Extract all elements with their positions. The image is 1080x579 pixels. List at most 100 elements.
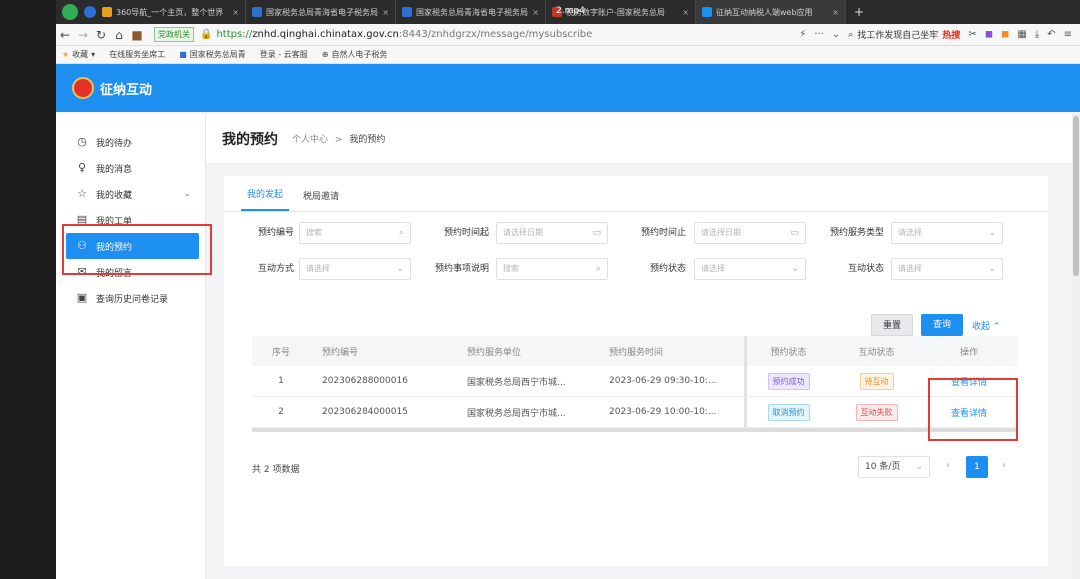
bookmark-label: 登录 - 云客服 [259, 50, 308, 59]
input-placeholder: 请选择日期 [701, 228, 741, 237]
chevron-down-icon: ⌄ [396, 264, 404, 274]
chevron-down-icon: ⌄ [988, 228, 996, 238]
tab-group-icon[interactable] [84, 6, 96, 18]
chevron-down-icon: ⌄ [988, 264, 996, 274]
interact-cell: 待互动 [830, 372, 923, 390]
browser-tab-5[interactable]: 征纳互动纳税人端web应用 × [696, 0, 846, 24]
home-icon[interactable]: ⌂ [110, 28, 128, 42]
browser-tab-3[interactable]: 国家税务总局青海省电子税务局 × [396, 0, 546, 24]
bookmark-label: 在线服务坐席工 [109, 50, 166, 59]
url-host: znhd.qinghai.chinatax.gov.cn [252, 29, 399, 40]
status-cell: 取消预约 [747, 403, 830, 421]
appointment-code-input[interactable]: 搜索 ⌕ [299, 222, 411, 244]
hot-label: 热搜 [942, 31, 961, 41]
appointment-status-select[interactable]: 请选择 ⌄ [694, 258, 806, 280]
tab-favicon-icon [252, 7, 262, 17]
column-header: 互动状态 [858, 347, 895, 358]
end-date-picker[interactable]: 请选择日期 ▭ [694, 222, 806, 244]
status-badge: 取消预约 [767, 403, 810, 421]
table-horizontal-scrollbar[interactable] [252, 428, 1018, 432]
close-tab-icon[interactable]: × [832, 8, 839, 17]
appointment-code: 202306288000016 [322, 376, 408, 386]
sidebar-item-favorites[interactable]: ☆ 我的收藏 ⌄ [56, 181, 205, 207]
field-label: 预约时间起 [443, 228, 489, 238]
scissors-icon[interactable]: ✂ [968, 29, 976, 40]
download-icon[interactable]: ⤓ [1035, 29, 1039, 40]
appointments-card: 我的发起 税局邀请 预约编号 搜索 ⌕ 预约时间起 请选择日期 ▭ 预约时间止 请选… [224, 176, 1048, 566]
tab-invitations[interactable]: 税局邀请 [297, 189, 345, 211]
column-header: 操作 [959, 347, 978, 358]
page-size-select[interactable]: 10 条/页 ⌄ [858, 456, 930, 478]
menu-icon[interactable]: ≡ [1064, 29, 1072, 40]
back-icon[interactable]: ← [56, 28, 74, 42]
tab-label: 360导航_一个主页，整个世界 [116, 7, 224, 17]
column-header: 序号 [271, 347, 290, 358]
bookmark-item[interactable]: ⊕ 自然人电子税务 [322, 49, 388, 60]
field-label: 预约状态 [649, 264, 686, 274]
prev-page-icon[interactable]: ‹ [946, 460, 950, 471]
interaction-method-select[interactable]: 请选择 ⌄ [299, 258, 411, 280]
bookmark-favorites[interactable]: ★ 收藏 ▾ [62, 49, 95, 60]
browser-tab-1[interactable]: 360导航_一个主页，整个世界 × [96, 0, 246, 24]
close-tab-icon[interactable]: × [382, 8, 389, 17]
app-header: 征纳互动 [56, 64, 1080, 112]
browser-search[interactable]: ⌕ 找工作发现自己坐牢 热搜 [848, 28, 961, 42]
tax-favicon-icon: ■ [179, 50, 187, 59]
tab-label: 国家税务总局青海省电子税务局 [266, 7, 378, 17]
interaction-status-select[interactable]: 请选择 ⌄ [891, 258, 1003, 280]
bookmarks-bar: ★ 收藏 ▾ 在线服务坐席工 ■ 国家税务总局青 登录 - 云客服 ⊕ 自然人电子税务 [56, 46, 1080, 64]
url-path: :8443/znhdgrzx/message/mysubscribe [398, 29, 593, 40]
app-body: ◷ 我的待办 ♀ 我的消息 ☆ 我的收藏 ⌄ ▤ 我的工单 ⚇ 我的预约 ✉ 我的留言 ▣ 查询… [56, 114, 1080, 579]
interact-cell: 互动失败 [830, 403, 923, 421]
page-scrollbar[interactable] [1072, 114, 1080, 579]
page-title: 我的预约 [222, 131, 278, 148]
column-header: 预约状态 [770, 347, 807, 358]
query-button[interactable]: 查询 [921, 314, 963, 336]
collapse-button[interactable]: 收起 ⌃ [972, 319, 1000, 332]
bag-icon[interactable]: ■ [128, 28, 146, 42]
left-dark-margin [0, 0, 56, 579]
sidebar-item-survey-history[interactable]: ▣ 查询历史问卷记录 [56, 285, 205, 311]
apps-icon[interactable]: ▦ [1017, 29, 1026, 40]
service-time: 2023-06-29 10:00-10:... [597, 397, 747, 427]
scroll-thumb[interactable] [1073, 116, 1079, 276]
url-field[interactable]: 党政机关 🔒 https://znhd.qinghai.chinatax.gov… [154, 26, 654, 44]
breadcrumb-separator: > [334, 135, 343, 145]
undo-icon[interactable]: ↶ [1047, 29, 1055, 40]
close-tab-icon[interactable]: × [532, 8, 539, 17]
row-index: 2 [278, 407, 284, 417]
appointments-table: 序号 预约编号 预约服务单位 预约服务时间 预约状态 互动状态 操作 1 202… [252, 336, 1018, 432]
sidebar-item-label: 我的收藏 [96, 190, 133, 201]
start-date-picker[interactable]: 请选择日期 ▭ [496, 222, 608, 244]
bookmark-item[interactable]: 登录 - 云客服 [260, 49, 308, 60]
matter-description-input[interactable]: 搜索 ⌕ [496, 258, 608, 280]
reset-button[interactable]: 重置 [871, 314, 913, 336]
lock-icon: 🔒 [200, 29, 213, 40]
tab-initiated[interactable]: 我的发起 [241, 187, 290, 211]
lightning-icon[interactable]: ⚡ [799, 29, 806, 40]
game-icon[interactable]: ◼ [1001, 29, 1009, 40]
column-header: 预约服务时间 [597, 336, 747, 366]
close-tab-icon[interactable]: × [232, 8, 239, 17]
extension-icon[interactable]: ◼ [985, 29, 993, 40]
bookmark-item[interactable]: ■ 国家税务总局青 [179, 49, 246, 60]
close-tab-icon[interactable]: × [682, 8, 689, 17]
bookmark-item[interactable]: 在线服务坐席工 [109, 49, 165, 60]
app-title: 征纳互动 [100, 82, 153, 98]
calendar-icon: ▭ [790, 228, 799, 238]
forward-icon[interactable]: → [74, 28, 92, 42]
input-placeholder: 搜索 [503, 264, 519, 273]
breadcrumb-parent[interactable]: 个人中心 [292, 135, 328, 145]
gov-badge: 党政机关 [154, 27, 194, 42]
sidebar-item-messages[interactable]: ♀ 我的消息 [56, 155, 205, 181]
search-icon: ⌕ [595, 264, 601, 274]
next-page-icon[interactable]: › [1002, 460, 1006, 471]
service-type-select[interactable]: 请选择 ⌄ [891, 222, 1003, 244]
browser-tab-2[interactable]: 国家税务总局青海省电子税务局 × [246, 0, 396, 24]
reload-icon[interactable]: ↻ [92, 28, 110, 42]
sidebar-item-todo[interactable]: ◷ 我的待办 [56, 129, 205, 155]
new-tab-icon[interactable]: + [854, 5, 864, 19]
page-number-current[interactable]: 1 [966, 456, 988, 478]
chevron-down-icon[interactable]: ⌄ [832, 29, 840, 40]
more-icon[interactable]: ··· [814, 29, 824, 40]
